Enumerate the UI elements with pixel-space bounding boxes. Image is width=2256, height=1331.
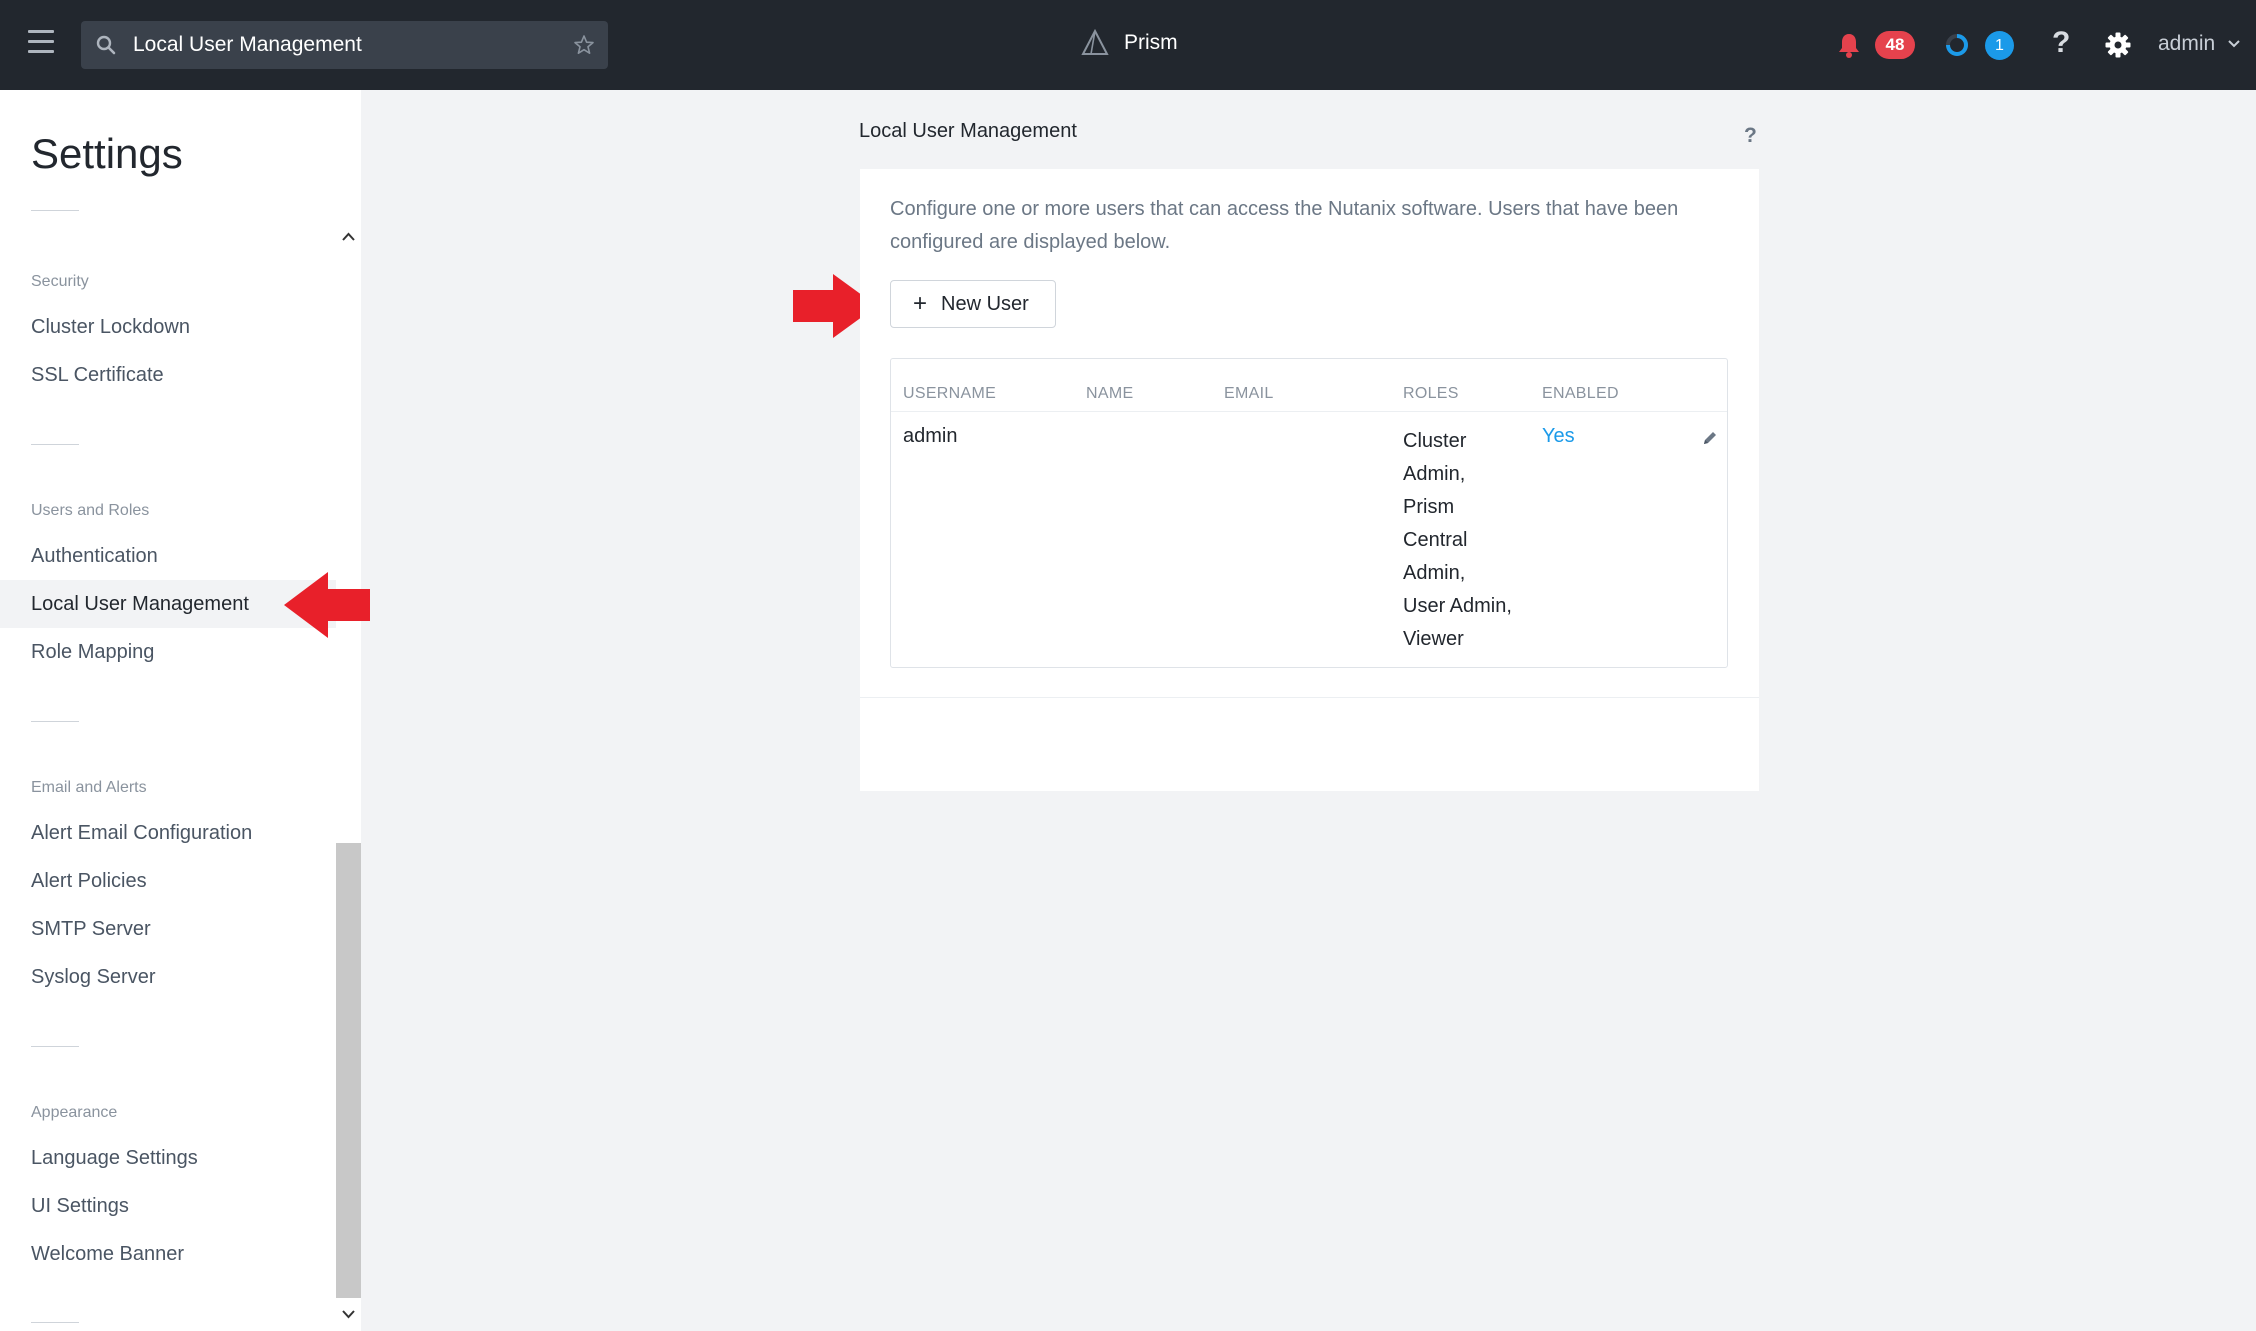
section-header-users-and-roles: Users and Roles	[31, 502, 150, 519]
column-header-enabled[interactable]: ENABLED	[1542, 385, 1619, 403]
sidebar-item-authentication[interactable]: Authentication	[31, 545, 158, 568]
prism-brand[interactable]: Prism	[1080, 28, 1178, 58]
divider	[31, 721, 79, 722]
tasks-count-badge[interactable]: 1	[1985, 31, 2014, 60]
column-header-email[interactable]: EMAIL	[1224, 385, 1274, 403]
chevron-down-icon	[2228, 40, 2240, 48]
user-menu[interactable]: admin	[2158, 32, 2241, 56]
sidebar-item-ui-settings[interactable]: UI Settings	[31, 1195, 129, 1218]
divider	[31, 1322, 79, 1323]
column-header-roles[interactable]: ROLES	[1403, 385, 1459, 403]
role-line: Admin,	[1403, 463, 1466, 485]
top-navigation-bar: Prism 48 1 ? admin	[0, 0, 2256, 90]
role-line: Cluster	[1403, 430, 1467, 452]
user-name: admin	[2158, 32, 2216, 55]
sidebar-item-syslog-server[interactable]: Syslog Server	[31, 966, 156, 989]
divider	[31, 444, 79, 445]
alerts-count-badge[interactable]: 48	[1875, 31, 1915, 59]
gear-icon[interactable]	[2104, 31, 2132, 59]
role-line: Prism	[1403, 496, 1455, 518]
section-header-appearance: Appearance	[31, 1104, 118, 1121]
cell-roles: Cluster Admin, Prism Central Admin, User…	[1403, 425, 1533, 656]
sidebar-item-smtp-server[interactable]: SMTP Server	[31, 918, 151, 941]
alerts-bell-icon[interactable]	[1836, 31, 1862, 59]
scroll-down-icon[interactable]	[340, 1307, 357, 1321]
sidebar-item-language-settings[interactable]: Language Settings	[31, 1147, 198, 1170]
cell-username: admin	[903, 425, 958, 447]
role-line: Viewer	[1403, 628, 1464, 650]
edit-pencil-icon[interactable]	[1701, 429, 1719, 447]
hamburger-menu-icon[interactable]	[28, 30, 54, 58]
search-icon	[96, 35, 116, 55]
sidebar-item-welcome-banner[interactable]: Welcome Banner	[31, 1243, 184, 1266]
description-text: Configure one or more users that can acc…	[890, 198, 1679, 253]
scroll-up-icon[interactable]	[340, 230, 357, 244]
prism-logo-icon	[1081, 28, 1109, 55]
page-title: Local User Management	[859, 120, 1077, 142]
divider	[31, 1046, 79, 1047]
sidebar-item-role-mapping[interactable]: Role Mapping	[31, 641, 154, 664]
sidebar-scrollbar[interactable]	[336, 226, 361, 1331]
settings-sidebar: Settings Security Cluster Lockdown SSL C…	[0, 90, 361, 1331]
star-icon[interactable]	[572, 33, 596, 57]
brand-name: Prism	[1124, 31, 1178, 54]
search-input[interactable]	[133, 21, 533, 69]
sidebar-item-alert-email-configuration[interactable]: Alert Email Configuration	[31, 822, 252, 845]
sidebar-item-cluster-lockdown[interactable]: Cluster Lockdown	[31, 316, 190, 339]
sidebar-item-ssl-certificate[interactable]: SSL Certificate	[31, 364, 164, 387]
local-user-management-card: Configure one or more users that can acc…	[860, 169, 1759, 791]
section-header-security: Security	[31, 273, 89, 290]
scrollbar-thumb[interactable]	[336, 843, 361, 1298]
sidebar-item-alert-policies[interactable]: Alert Policies	[31, 870, 147, 893]
panel-help-icon[interactable]: ?	[1744, 124, 1757, 148]
role-line: Admin,	[1403, 562, 1466, 584]
new-user-button[interactable]: + New User	[890, 280, 1056, 328]
help-icon[interactable]: ?	[2052, 26, 2070, 60]
tasks-progress-icon[interactable]	[1944, 32, 1970, 58]
role-line: User Admin,	[1403, 595, 1512, 617]
column-header-username[interactable]: USERNAME	[903, 385, 996, 403]
divider	[31, 210, 79, 211]
section-header-email-and-alerts: Email and Alerts	[31, 779, 147, 796]
new-user-label: New User	[941, 292, 1029, 315]
header-separator	[891, 411, 1727, 412]
plus-icon: +	[913, 290, 928, 317]
card-divider	[860, 697, 1759, 698]
cell-enabled: Yes	[1542, 425, 1575, 447]
users-table: USERNAME NAME EMAIL ROLES ENABLED admin …	[890, 358, 1728, 668]
settings-title: Settings	[31, 130, 183, 177]
role-line: Central	[1403, 529, 1468, 551]
annotation-arrow-left-icon	[284, 572, 370, 638]
search-bar[interactable]	[81, 21, 608, 69]
column-header-name[interactable]: NAME	[1086, 385, 1133, 403]
